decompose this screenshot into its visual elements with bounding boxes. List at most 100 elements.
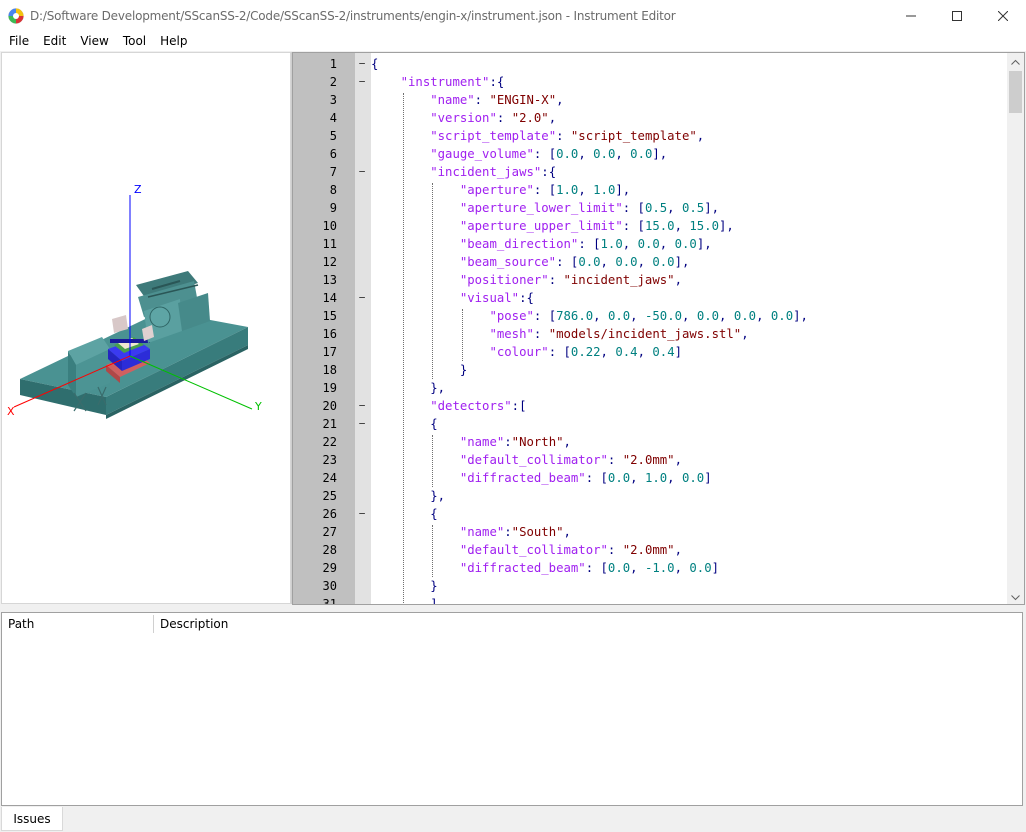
code-line[interactable]: 11 "beam_direction": [1.0, 0.0, 0.0],: [293, 235, 1007, 253]
code-line[interactable]: 29 "diffracted_beam": [0.0, -1.0, 0.0]: [293, 559, 1007, 577]
fold-toggle-icon[interactable]: −: [357, 55, 367, 73]
json-editor[interactable]: 1−{ 2 − "instrument":{ 3 "name": "ENGIN-X",…: [292, 52, 1025, 605]
code-line[interactable]: 27 "name":"South",: [293, 523, 1007, 541]
code-line[interactable]: 4 "version": "2.0",: [293, 109, 1007, 127]
minimize-icon: [906, 15, 916, 16]
column-header-path[interactable]: Path: [2, 613, 152, 635]
code-text: "name": "ENGIN-X",: [430, 93, 564, 107]
tab-issues[interactable]: Issues: [1, 807, 63, 831]
issues-table[interactable]: Path Description: [1, 612, 1023, 806]
code-line[interactable]: 3 "name": "ENGIN-X",: [293, 91, 1007, 109]
code-line[interactable]: 15 "pose": [786.0, 0.0, -50.0, 0.0, 0.0,…: [293, 307, 1007, 325]
line-number: 27: [322, 525, 337, 539]
code-line[interactable]: 19 },: [293, 379, 1007, 397]
code-line[interactable]: 17 "colour": [0.22, 0.4, 0.4]: [293, 343, 1007, 361]
fold-toggle-icon[interactable]: −: [357, 397, 367, 415]
code-text: {: [371, 57, 379, 71]
line-number: 23: [322, 453, 337, 467]
code-line[interactable]: 2 − "instrument":{: [293, 73, 1007, 91]
code-text: "beam_direction": [1.0, 0.0, 0.0],: [459, 237, 712, 251]
line-number: 11: [322, 237, 337, 251]
scroll-thumb[interactable]: [1009, 71, 1022, 113]
line-number: 22: [322, 435, 337, 449]
code-line[interactable]: 12 "beam_source": [0.0, 0.0, 0.0],: [293, 253, 1007, 271]
indent-guide: [432, 435, 434, 487]
window-controls: [888, 0, 1026, 31]
code-line[interactable]: 26 − {: [293, 505, 1007, 523]
code-line[interactable]: 14 − "visual":{: [293, 289, 1007, 307]
line-number: 15: [322, 309, 337, 323]
code-text: "instrument":{: [400, 75, 505, 89]
editor-vertical-scrollbar[interactable]: [1007, 53, 1024, 604]
scroll-down-arrow[interactable]: [1007, 589, 1024, 604]
code-line[interactable]: 16 "mesh": "models/incident_jaws.stl",: [293, 325, 1007, 343]
code-line[interactable]: 10 "aperture_upper_limit": [15.0, 15.0],: [293, 217, 1007, 235]
line-number: 6: [329, 147, 337, 161]
code-line[interactable]: 22 "name":"North",: [293, 433, 1007, 451]
code-line[interactable]: 30 }: [293, 577, 1007, 595]
line-number: 9: [329, 201, 337, 215]
code-text: "pose": [786.0, 0.0, -50.0, 0.0, 0.0, 0.…: [489, 309, 808, 323]
code-line[interactable]: 28 "default_collimator": "2.0mm",: [293, 541, 1007, 559]
line-number: 7: [329, 165, 337, 179]
menu-file[interactable]: File: [2, 31, 36, 51]
code-text: "aperture_lower_limit": [0.5, 0.5],: [459, 201, 719, 215]
code-text: "detectors":[: [430, 399, 527, 413]
code-text: "diffracted_beam": [0.0, 1.0, 0.0]: [459, 471, 712, 485]
app-icon: [8, 7, 24, 24]
maximize-button[interactable]: [934, 0, 980, 31]
code-line[interactable]: 8 "aperture": [1.0, 1.0],: [293, 181, 1007, 199]
code-line[interactable]: 23 "default_collimator": "2.0mm",: [293, 451, 1007, 469]
line-number: 5: [329, 129, 337, 143]
code-line[interactable]: 13 "positioner": "incident_jaws",: [293, 271, 1007, 289]
line-number: 8: [329, 183, 337, 197]
indent-guide: [461, 309, 463, 361]
line-number: 26: [322, 507, 337, 521]
code-text: "name":"North",: [459, 435, 571, 449]
fold-toggle-icon[interactable]: −: [357, 289, 367, 307]
menu-view[interactable]: View: [73, 31, 115, 51]
fold-toggle-icon[interactable]: −: [357, 163, 367, 181]
close-button[interactable]: [980, 0, 1026, 31]
line-number: 2: [329, 75, 337, 89]
chevron-down-icon: [1011, 594, 1020, 600]
line-number: 17: [322, 345, 337, 359]
code-line[interactable]: 24 "diffracted_beam": [0.0, 1.0, 0.0]: [293, 469, 1007, 487]
code-text: "diffracted_beam": [0.0, -1.0, 0.0]: [459, 561, 720, 575]
menu-edit[interactable]: Edit: [36, 31, 73, 51]
line-number: 4: [329, 111, 337, 125]
code-text: "mesh": "models/incident_jaws.stl",: [489, 327, 749, 341]
menu-help[interactable]: Help: [153, 31, 194, 51]
fold-toggle-icon[interactable]: −: [357, 73, 367, 91]
code-line[interactable]: 21 − {: [293, 415, 1007, 433]
code-line[interactable]: 1 −{: [293, 55, 1007, 73]
code-line[interactable]: 9 "aperture_lower_limit": [0.5, 0.5],: [293, 199, 1007, 217]
code-line[interactable]: 7 − "incident_jaws":{: [293, 163, 1007, 181]
indent-guide: [402, 93, 404, 604]
3d-viewport[interactable]: Z Y X: [1, 52, 291, 604]
line-number: 30: [322, 579, 337, 593]
minimize-button[interactable]: [888, 0, 934, 31]
code-text: "aperture": [1.0, 1.0],: [459, 183, 631, 197]
code-line[interactable]: 20 − "detectors":[: [293, 397, 1007, 415]
code-text: "colour": [0.22, 0.4, 0.4]: [489, 345, 683, 359]
x-axis-label: X: [7, 405, 15, 418]
code-text: },: [430, 381, 446, 395]
line-number: 28: [322, 543, 337, 557]
line-number: 10: [322, 219, 337, 233]
indent-guide: [432, 525, 434, 577]
window-title: D:/Software Development/SScanSS-2/Code/S…: [30, 8, 676, 23]
code-line[interactable]: 31 ],: [293, 595, 1007, 604]
code-line[interactable]: 18 }: [293, 361, 1007, 379]
column-header-description[interactable]: Description: [154, 613, 454, 635]
menu-tool[interactable]: Tool: [116, 31, 153, 51]
code-text: "name":"South",: [459, 525, 571, 539]
code-text: "aperture_upper_limit": [15.0, 15.0],: [459, 219, 734, 233]
code-line[interactable]: 25 },: [293, 487, 1007, 505]
code-line[interactable]: 6 "gauge_volume": [0.0, 0.0, 0.0],: [293, 145, 1007, 163]
code-line[interactable]: 5 "script_template": "script_template",: [293, 127, 1007, 145]
scroll-up-arrow[interactable]: [1007, 53, 1024, 70]
fold-toggle-icon[interactable]: −: [357, 415, 367, 433]
fold-toggle-icon[interactable]: −: [357, 505, 367, 523]
line-number: 19: [322, 381, 337, 395]
